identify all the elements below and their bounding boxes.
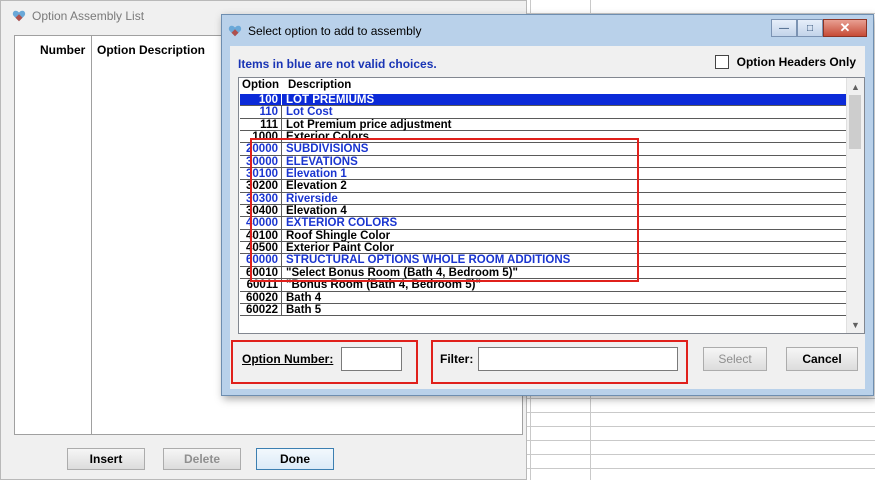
option-number-label-text: Option Number: [242,352,334,366]
option-number-cell: 30300 [240,192,282,205]
option-rows: 100 LOT PREMIUMS 110 Lot Cost 111 Lot Premium… [240,94,847,317]
dialog-title: Select option to add to assembly [248,24,422,38]
option-number-cell: 40100 [240,229,282,242]
option-description-cell: SUBDIVISIONS [286,143,369,156]
option-row[interactable]: 100 LOT PREMIUMS [240,94,847,107]
option-description-cell: ELEVATIONS [286,155,358,168]
column-header-option: Option [242,79,280,91]
option-number-cell: 30100 [240,168,282,180]
option-row[interactable]: 60020 Bath 4 [240,291,847,304]
option-number-cell: 30400 [240,205,282,217]
option-row[interactable]: 30100 Elevation 1 [240,168,847,181]
option-description-cell: Exterior Paint Color [286,242,394,255]
window-title: Option Assembly List [32,9,145,23]
option-description-cell: Exterior Colors [286,131,370,144]
option-description-cell: STRUCTURAL OPTIONS WHOLE ROOM ADDITIONS [286,254,571,267]
column-header-option-description[interactable]: Option Description [97,43,205,57]
minimize-button[interactable]: — [771,19,797,37]
option-description-cell: Bath 5 [286,303,322,316]
option-number-cell: 110 [240,106,282,118]
option-row[interactable]: 30300 Riverside [240,192,847,206]
option-row[interactable]: 1000 Exterior Colors [240,131,847,144]
option-description-cell: "Bonus Room (Bath 4, Bedroom 5)" [286,279,481,292]
filter-label: Filter: [440,352,474,366]
option-row[interactable]: 40000 EXTERIOR COLORS [240,217,847,230]
filter-input[interactable] [478,347,678,371]
option-number-cell: 60022 [240,303,282,316]
grid-line [525,426,875,427]
option-row[interactable]: 60011 "Bonus Room (Bath 4, Bedroom 5)" [240,279,847,292]
close-button[interactable]: ✕ [823,19,867,37]
options-listbox[interactable]: Option Description 100 LOT PREMIUMS 110 Lot… [238,77,865,334]
option-description-cell: Lot Cost [286,106,333,119]
dialog-footer: Option Number: Filter: Select Cancel [230,342,865,382]
option-description-cell: Elevation 2 [286,180,347,193]
option-description-cell: Elevation 1 [286,168,347,181]
option-number-cell: 60011 [240,279,282,291]
grid-line [525,398,875,399]
option-number-cell: 60020 [240,291,282,304]
option-description-cell: Roof Shingle Color [286,229,391,242]
option-description-cell: Lot Premium price adjustment [286,118,452,131]
grid-line [525,412,875,413]
option-row[interactable]: 111 Lot Premium price adjustment [240,118,847,132]
option-headers-only-label: Option Headers Only [736,55,856,69]
option-row[interactable]: 40100 Roof Shingle Color [240,229,847,243]
scroll-down-icon[interactable]: ▼ [847,316,864,333]
option-row[interactable]: 60010 "Select Bonus Room (Bath 4, Bedroom… [240,266,847,280]
option-number-cell: 30000 [240,155,282,168]
option-number-cell: 1000 [240,131,282,143]
vertical-scrollbar[interactable]: ▲ ▼ [846,78,864,333]
option-number-cell: 60010 [240,266,282,279]
select-button[interactable]: Select [703,347,767,371]
done-button[interactable]: Done [256,448,334,470]
invalid-choices-note: Items in blue are not valid choices. [238,57,437,71]
option-number-cell: 30200 [240,180,282,192]
option-row[interactable]: 40500 Exterior Paint Color [240,242,847,255]
maximize-button[interactable]: □ [797,19,823,37]
delete-button[interactable]: Delete [163,448,241,470]
option-number-cell: 100 [240,94,282,106]
column-header-description: Description [288,79,352,91]
app-heart-icon [12,10,26,22]
option-description-cell: Elevation 4 [286,205,347,218]
option-description-cell: "Select Bonus Room (Bath 4, Bedroom 5)" [286,266,518,279]
grid-line [525,468,875,469]
option-number-cell: 40500 [240,242,282,254]
option-description-cell: EXTERIOR COLORS [286,217,398,230]
checkbox-box[interactable] [714,55,729,69]
scroll-up-icon[interactable]: ▲ [847,78,864,95]
number-column [15,36,92,434]
option-description-cell: Bath 4 [286,291,322,304]
column-header-number[interactable]: Number [40,43,85,57]
option-description-cell: Riverside [286,192,338,205]
option-number-input[interactable] [341,347,402,371]
option-row[interactable]: 30200 Elevation 2 [240,180,847,193]
close-icon: ✕ [839,20,851,35]
option-number-cell: 111 [240,118,282,131]
option-number-label: Option Number: [242,352,333,366]
option-row[interactable]: 30400 Elevation 4 [240,205,847,218]
option-number-cell: 40000 [240,217,282,229]
option-row[interactable]: 30000 ELEVATIONS [240,155,847,169]
option-row[interactable]: 110 Lot Cost [240,106,847,119]
scroll-thumb[interactable] [849,95,861,149]
grid-line [525,454,875,455]
option-description-cell: LOT PREMIUMS [286,94,375,106]
insert-button[interactable]: Insert [67,448,145,470]
grid-line [525,440,875,441]
maximize-icon: □ [806,22,814,34]
option-row[interactable]: 60000 STRUCTURAL OPTIONS WHOLE ROOM ADDIT… [240,254,847,267]
option-row[interactable]: 20000 SUBDIVISIONS [240,143,847,156]
option-headers-only-checkbox[interactable]: Option Headers Only [714,55,856,69]
app-heart-icon [228,25,242,37]
option-number-cell: 60000 [240,254,282,266]
option-number-cell: 20000 [240,143,282,155]
dialog-body: Items in blue are not valid choices. Opt… [230,46,865,389]
minimize-icon: — [779,22,789,34]
option-row[interactable]: 60022 Bath 5 [240,303,847,317]
select-option-dialog: Select option to add to assembly — □ ✕ I… [221,14,874,396]
cancel-button[interactable]: Cancel [786,347,858,371]
window-controls: — □ ✕ [771,19,867,37]
